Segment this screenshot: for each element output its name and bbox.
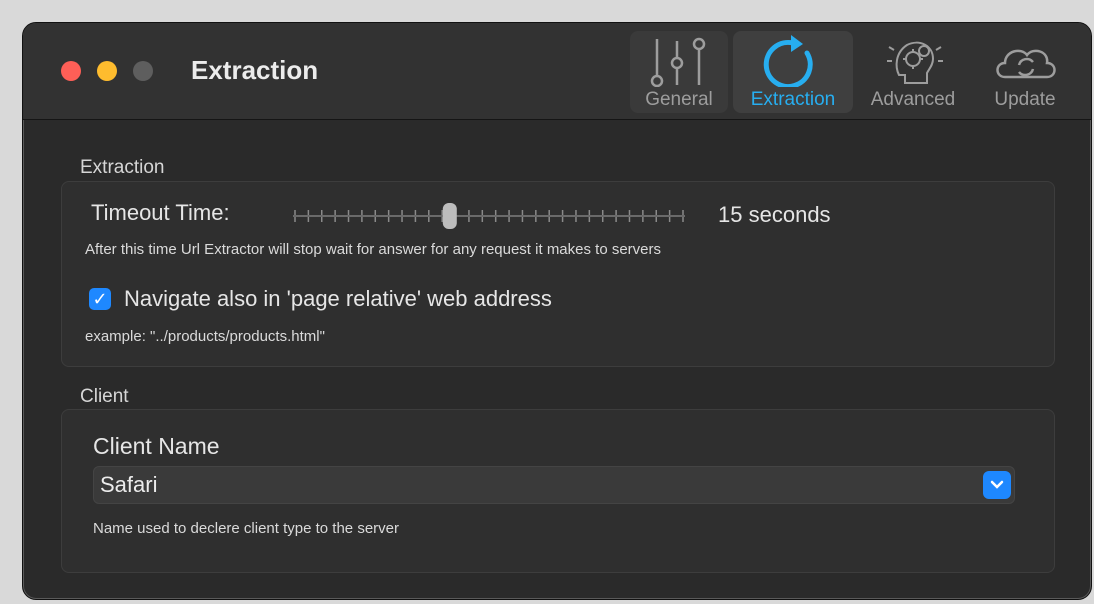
minimize-button[interactable] <box>97 61 117 81</box>
zoom-button[interactable] <box>133 61 153 81</box>
preferences-window: Extraction General Extraction Advanced U… <box>22 22 1092 600</box>
title-bar: Extraction General Extraction Advanced U… <box>23 23 1091 120</box>
client-section-label: Client <box>80 386 129 407</box>
relative-example-text: example: "../products/products.html" <box>85 328 325 345</box>
tab-extraction-label: Extraction <box>750 89 836 110</box>
timeout-slider[interactable] <box>293 203 685 229</box>
cloud-sync-icon <box>996 49 1056 79</box>
tab-extraction[interactable]: Extraction <box>733 31 853 113</box>
tab-update[interactable]: Update <box>975 31 1075 113</box>
timeout-label: Timeout Time: <box>91 200 230 225</box>
close-button[interactable] <box>61 61 81 81</box>
client-name-value: Safari <box>100 472 158 497</box>
relative-address-checkbox[interactable]: ✓ <box>89 288 111 310</box>
window-title: Extraction <box>191 55 319 85</box>
timeout-readout: 15 seconds <box>718 202 831 228</box>
tab-general[interactable]: General <box>630 31 728 113</box>
client-name-label: Client Name <box>93 433 220 459</box>
client-name-help-text: Name used to declere client type to the … <box>93 520 399 537</box>
timeout-value: 15 <box>718 202 743 227</box>
tab-update-label: Update <box>994 89 1056 110</box>
chevron-down-icon[interactable] <box>983 471 1011 499</box>
extraction-section-label: Extraction <box>80 157 165 178</box>
tab-advanced[interactable]: Advanced <box>861 31 965 113</box>
slider-knob[interactable] <box>442 203 457 229</box>
timeout-help-text: After this time Url Extractor will stop … <box>85 241 662 258</box>
gears-head-icon <box>887 41 943 84</box>
tab-general-label: General <box>645 89 713 110</box>
tab-advanced-label: Advanced <box>870 89 956 110</box>
client-name-select[interactable]: Safari <box>93 466 1015 504</box>
timeout-unit: seconds <box>748 202 831 227</box>
sliders-icon <box>650 37 706 87</box>
refresh-icon <box>763 35 813 87</box>
checkmark-icon: ✓ <box>92 289 108 309</box>
relative-address-label[interactable]: Navigate also in 'page relative' web add… <box>124 286 552 312</box>
